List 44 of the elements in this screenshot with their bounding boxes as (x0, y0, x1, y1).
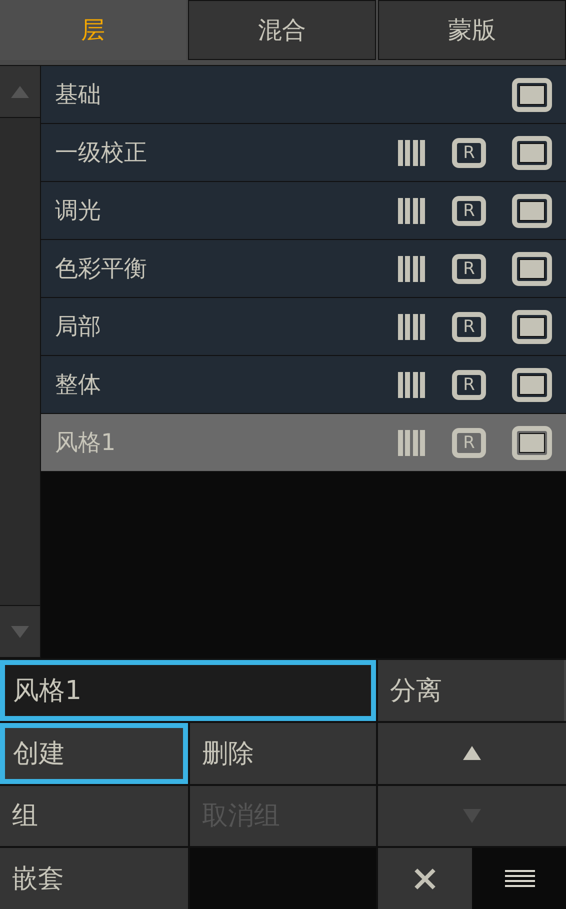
r-toggle[interactable]: R (452, 196, 486, 226)
layer-row[interactable]: 整体 R (41, 356, 566, 414)
square-toggle[interactable] (512, 78, 552, 112)
detach-button[interactable]: 分离 (378, 660, 566, 721)
layer-name: 整体 (55, 371, 102, 400)
square-toggle[interactable] (512, 252, 552, 286)
r-toggle[interactable]: R (452, 138, 486, 168)
layer-row[interactable]: 一级校正 R (41, 124, 566, 182)
action-button[interactable]: 组 (0, 786, 188, 846)
layer-name: 基础 (55, 81, 102, 110)
action-button[interactable]: 删除 (190, 722, 376, 784)
close-button[interactable] (378, 848, 472, 909)
square-toggle[interactable] (512, 426, 552, 460)
bars-icon[interactable] (398, 372, 426, 398)
layer-name: 局部 (55, 313, 102, 342)
action-button[interactable]: 嵌套 (0, 848, 188, 909)
r-toggle[interactable]: R (452, 370, 486, 400)
tab[interactable]: 混合 (188, 0, 376, 60)
square-toggle[interactable] (512, 136, 552, 170)
down-triangle-icon (10, 624, 30, 638)
up-triangle-icon (10, 84, 30, 98)
layer-name: 色彩平衡 (55, 255, 148, 284)
bars-icon[interactable] (398, 314, 426, 340)
bars-icon[interactable] (398, 198, 426, 224)
layer-name: 一级校正 (55, 139, 148, 168)
layer-row[interactable]: 基础 (41, 66, 566, 124)
square-toggle[interactable] (512, 194, 552, 228)
square-toggle[interactable] (512, 368, 552, 402)
tab[interactable]: 层 (0, 0, 186, 60)
bars-icon[interactable] (398, 140, 426, 166)
tab[interactable]: 蒙版 (378, 0, 566, 60)
r-toggle[interactable]: R (452, 312, 486, 342)
layer-name: 调光 (55, 197, 102, 226)
layer-row[interactable]: 局部 R (41, 298, 566, 356)
layer-row[interactable]: 色彩平衡 R (41, 240, 566, 298)
square-toggle[interactable] (512, 310, 552, 344)
action-button[interactable]: 创建 (0, 722, 188, 784)
close-icon (413, 868, 437, 890)
bars-icon[interactable] (398, 256, 426, 282)
layer-row[interactable]: 调光 R (41, 182, 566, 240)
name-field[interactable]: 风格1 (0, 660, 376, 721)
r-toggle[interactable]: R (452, 254, 486, 284)
layer-name: 风格1 (55, 429, 117, 458)
menu-icon (505, 868, 535, 889)
